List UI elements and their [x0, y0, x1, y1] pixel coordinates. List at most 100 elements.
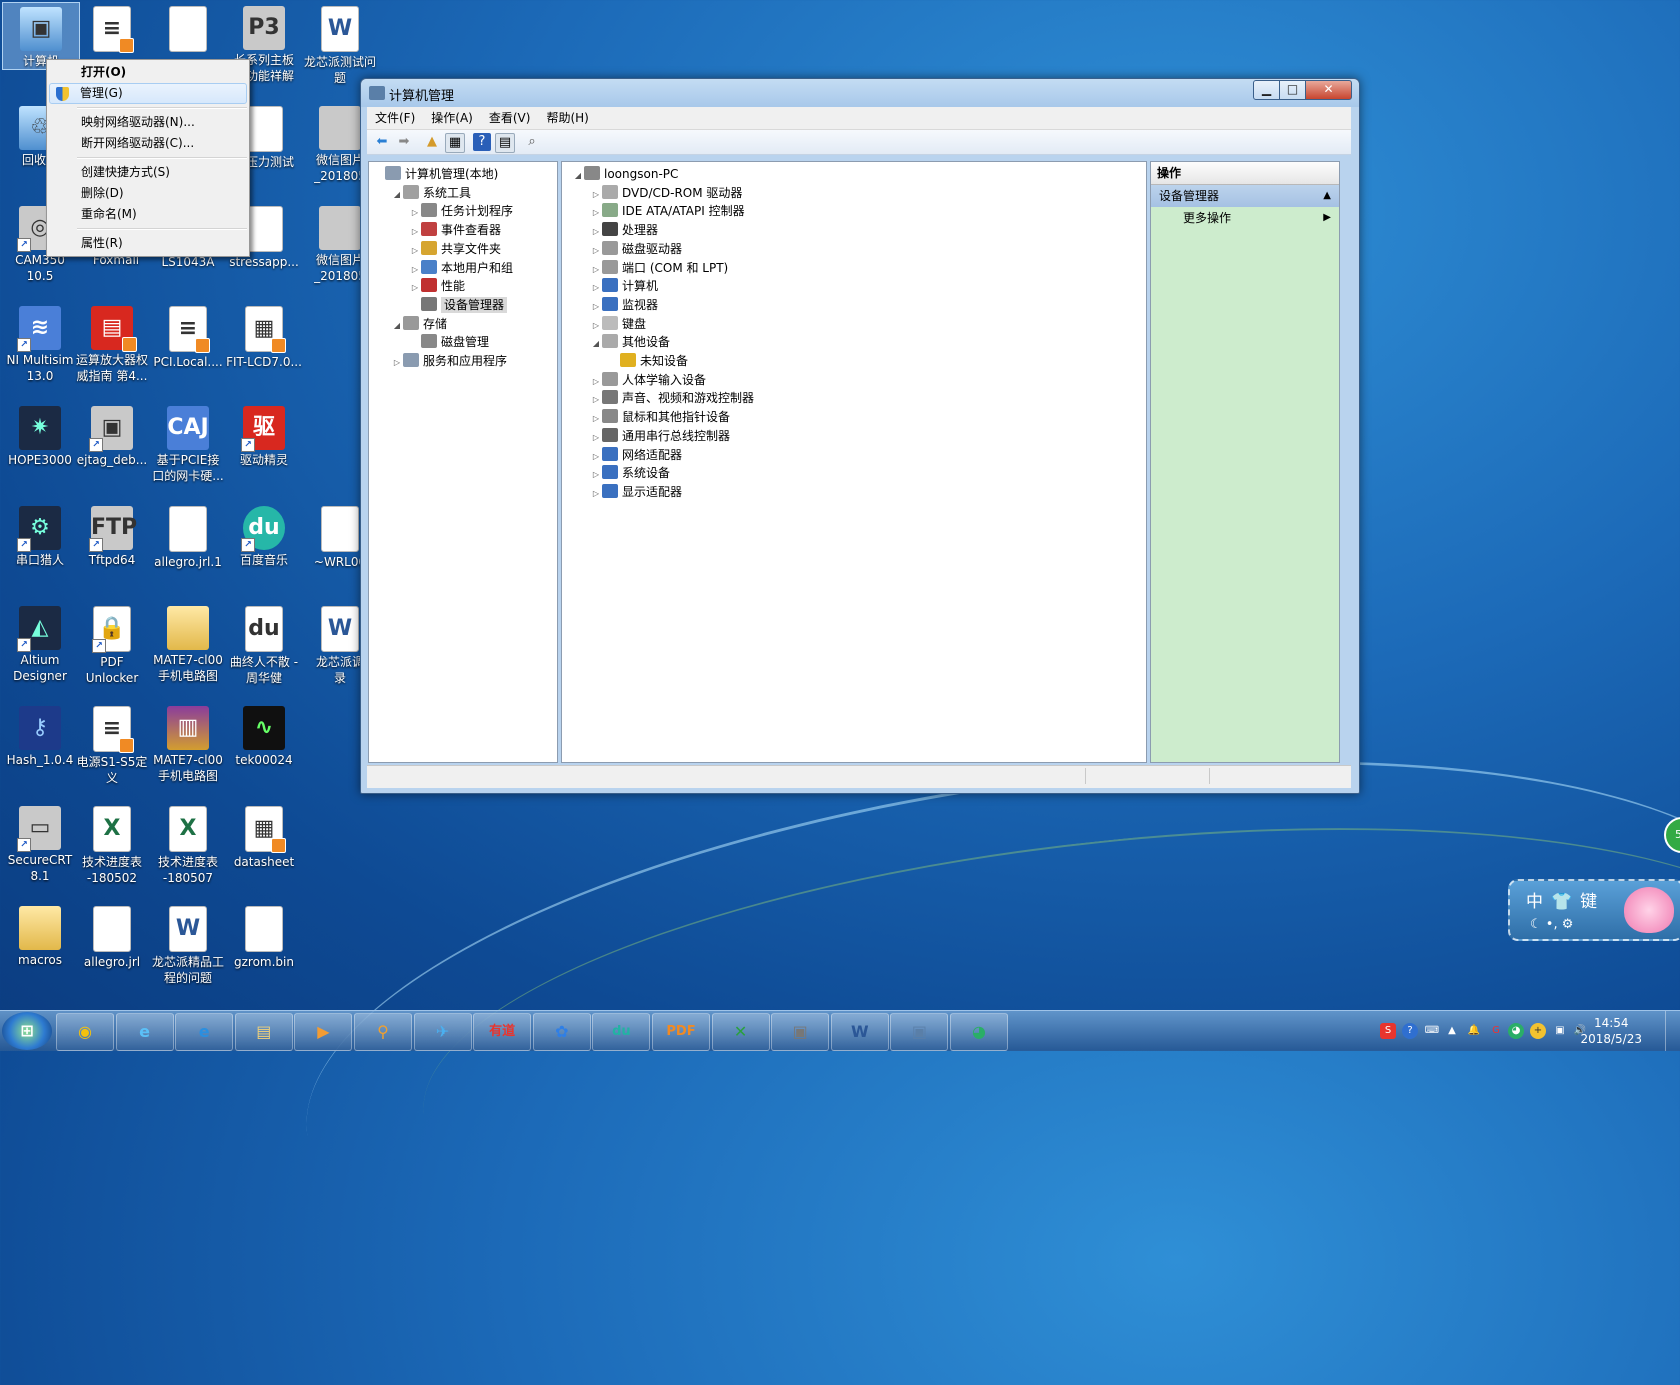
baidu-music-icon[interactable]: du: [592, 1013, 651, 1051]
context-menu-item[interactable]: 重命名(M): [47, 204, 249, 225]
ime-options[interactable]: ☾ •, ⚙: [1530, 917, 1573, 932]
ie2-icon[interactable]: e: [175, 1013, 234, 1051]
desktop-icon[interactable]: MATE7-cl00 手机电路图: [150, 602, 226, 684]
start-button[interactable]: ⊞: [2, 1012, 52, 1050]
ime-mode-label[interactable]: 中👕键: [1526, 887, 1605, 912]
tree-node[interactable]: ▷ 键盘: [590, 314, 646, 334]
desktop-icon[interactable]: W 龙芯派测试问 题: [302, 2, 378, 86]
computer-management-icon[interactable]: ▣: [890, 1013, 949, 1051]
desktop-icon[interactable]: ▦ FIT-LCD7.0...: [226, 302, 302, 370]
snipping-tool-icon[interactable]: ▣: [771, 1013, 830, 1051]
desktop-icon[interactable]: ▣ ↗ ejtag_deb...: [74, 402, 150, 468]
desktop-icon[interactable]: du 曲终人不散 - 周华健: [226, 602, 302, 686]
tree-node[interactable]: ▷ 服务和应用程序: [391, 351, 507, 371]
desktop-icon[interactable]: 驱 ↗ 驱动精灵: [226, 402, 302, 468]
minimize-button[interactable]: ▁: [1253, 80, 1280, 100]
tree-expander-icon[interactable]: ▷: [590, 484, 602, 504]
more-actions-item[interactable]: 更多操作 ▶: [1151, 207, 1339, 229]
desktop-icon[interactable]: ✷ HOPE3000: [2, 402, 78, 468]
tree-node[interactable]: 计算机管理(本地): [373, 164, 498, 184]
tree-node[interactable]: ▷ 事件查看器: [409, 220, 501, 240]
tree-node[interactable]: ▷ DVD/CD-ROM 驱动器: [590, 183, 742, 203]
desktop-icon[interactable]: W 龙芯派精品工 程的问题: [150, 902, 226, 986]
desktop-icon[interactable]: FTP ↗ Tftpd64: [74, 502, 150, 568]
tree-expander-icon[interactable]: ◢: [572, 166, 584, 186]
close-button[interactable]: ✕: [1305, 80, 1352, 100]
media-player-icon[interactable]: ▶: [294, 1013, 353, 1051]
help-tray-icon[interactable]: ?: [1402, 1023, 1418, 1039]
desktop-icon[interactable]: ▥ MATE7-cl00 手机电路图: [150, 702, 226, 784]
tree-node[interactable]: ▷ 网络适配器: [590, 445, 682, 465]
tree-node[interactable]: ▷ 显示适配器: [590, 482, 682, 502]
context-menu-item[interactable]: 映射网络驱动器(N)...: [47, 112, 249, 133]
desktop-icon[interactable]: du ↗ 百度音乐: [226, 502, 302, 568]
context-menu-item[interactable]: 创建快捷方式(S): [47, 162, 249, 183]
search-app-icon[interactable]: ⚲: [354, 1013, 412, 1051]
context-menu-item[interactable]: 属性(R): [47, 233, 249, 254]
feather-app-icon[interactable]: ✈: [413, 1013, 472, 1051]
tree-node[interactable]: ▷ 计算机: [590, 276, 658, 296]
pcb-tool-icon[interactable]: ✕: [711, 1013, 770, 1051]
ie-icon[interactable]: e: [115, 1013, 174, 1051]
tree-node[interactable]: ▷ 监视器: [590, 295, 658, 315]
pdf-reader-icon[interactable]: PDF: [652, 1013, 710, 1051]
desktop-icon[interactable]: X 技术进度表 -180502: [74, 802, 150, 886]
context-menu-item[interactable]: 打开(O): [47, 62, 249, 83]
tree-expander-icon[interactable]: ◢: [391, 185, 403, 205]
show-desktop-button[interactable]: [1665, 1011, 1680, 1051]
desktop-icon[interactable]: ▦ datasheet: [226, 802, 302, 870]
wechat-icon[interactable]: ◕: [950, 1013, 1008, 1051]
sogou-icon[interactable]: S: [1380, 1023, 1396, 1039]
desktop-icon[interactable]: X 技术进度表 -180507: [150, 802, 226, 886]
tree-node[interactable]: ▷ 任务计划程序: [409, 201, 513, 221]
tree-node[interactable]: ▷ 处理器: [590, 220, 658, 240]
ime-toolbar[interactable]: 中👕键 ☾ •, ⚙: [1508, 879, 1680, 941]
desktop-icon[interactable]: ≡ 电源S1-S5定 义: [74, 702, 150, 786]
desktop-icon[interactable]: ≋ ↗ NI Multisim 13.0: [2, 302, 78, 384]
desktop-icon[interactable]: CAJ 基于PCIE接 口的网卡硬...: [150, 402, 226, 484]
desktop-icon[interactable]: gzrom.bin: [226, 902, 302, 970]
desktop-icon[interactable]: ≡: [74, 2, 150, 54]
desktop-icon[interactable]: ◭ ↗ Altium Designer: [2, 602, 78, 684]
tree-node[interactable]: ▷ 通用串行总线控制器: [590, 426, 730, 446]
driver-tray-icon[interactable]: +: [1530, 1023, 1546, 1039]
tree-node[interactable]: ▷ 本地用户和组: [409, 258, 513, 278]
menu-item[interactable]: 操作(A): [423, 107, 481, 129]
context-menu-item[interactable]: 断开网络驱动器(C)...: [47, 133, 249, 154]
context-menu-item[interactable]: 删除(D): [47, 183, 249, 204]
up-folder-icon[interactable]: ▲: [423, 133, 441, 151]
desktop-icon[interactable]: 🔒 ↗ PDF Unlocker: [74, 602, 150, 686]
tree-node[interactable]: ▷ 共享文件夹: [409, 239, 501, 259]
wechat-tray-icon[interactable]: ◕: [1508, 1023, 1524, 1039]
back-arrow-icon[interactable]: ⬅: [373, 133, 391, 151]
notification-bell-icon[interactable]: 🔔: [1466, 1023, 1482, 1039]
tree-node[interactable]: ▷ 磁盘驱动器: [590, 239, 682, 259]
show-action-pane-icon[interactable]: ▤: [495, 133, 515, 153]
clock[interactable]: 14:54 2018/5/23: [1580, 1015, 1642, 1047]
tree-expander-icon[interactable]: ◢: [590, 334, 602, 354]
network-icon[interactable]: ▣: [1552, 1023, 1568, 1039]
tree-node[interactable]: ◢ 存储: [391, 314, 447, 334]
show-hidden-icons[interactable]: ▲: [1444, 1023, 1460, 1039]
tree-node[interactable]: ▷ 端口 (COM 和 LPT): [590, 258, 728, 278]
window-titlebar[interactable]: 计算机管理 ▁ □ ✕: [361, 79, 1359, 107]
word-icon[interactable]: W: [830, 1013, 889, 1051]
tree-node[interactable]: ▷ 鼠标和其他指针设备: [590, 407, 730, 427]
desktop-icon[interactable]: ▭ ↗ SecureCRT 8.1: [2, 802, 78, 884]
desktop-icon[interactable]: ⚙ ↗ 串口猎人: [2, 502, 78, 568]
context-menu-item[interactable]: 管理(G): [49, 83, 247, 104]
security-icon[interactable]: G: [1488, 1023, 1504, 1039]
desktop-icon[interactable]: ∿ tek00024: [226, 702, 302, 768]
menu-item[interactable]: 查看(V): [481, 107, 539, 129]
tree-node[interactable]: ▷ 人体学输入设备: [590, 370, 706, 390]
collapse-up-icon[interactable]: ▲: [1323, 185, 1331, 207]
actions-section-device-manager[interactable]: 设备管理器 ▲: [1151, 185, 1339, 207]
tree-expander-icon[interactable]: ▷: [391, 353, 403, 373]
forward-arrow-icon[interactable]: ➡: [395, 133, 413, 151]
ime-tray-icon[interactable]: ⌨: [1424, 1023, 1440, 1039]
tree-node[interactable]: ▷ 声音、视频和游戏控制器: [590, 388, 754, 408]
desktop-icon[interactable]: [150, 2, 226, 54]
baidu-netdisk-icon[interactable]: ✿: [532, 1013, 591, 1051]
menu-item[interactable]: 帮助(H): [538, 107, 596, 129]
tree-node[interactable]: 未知设备: [608, 351, 688, 371]
